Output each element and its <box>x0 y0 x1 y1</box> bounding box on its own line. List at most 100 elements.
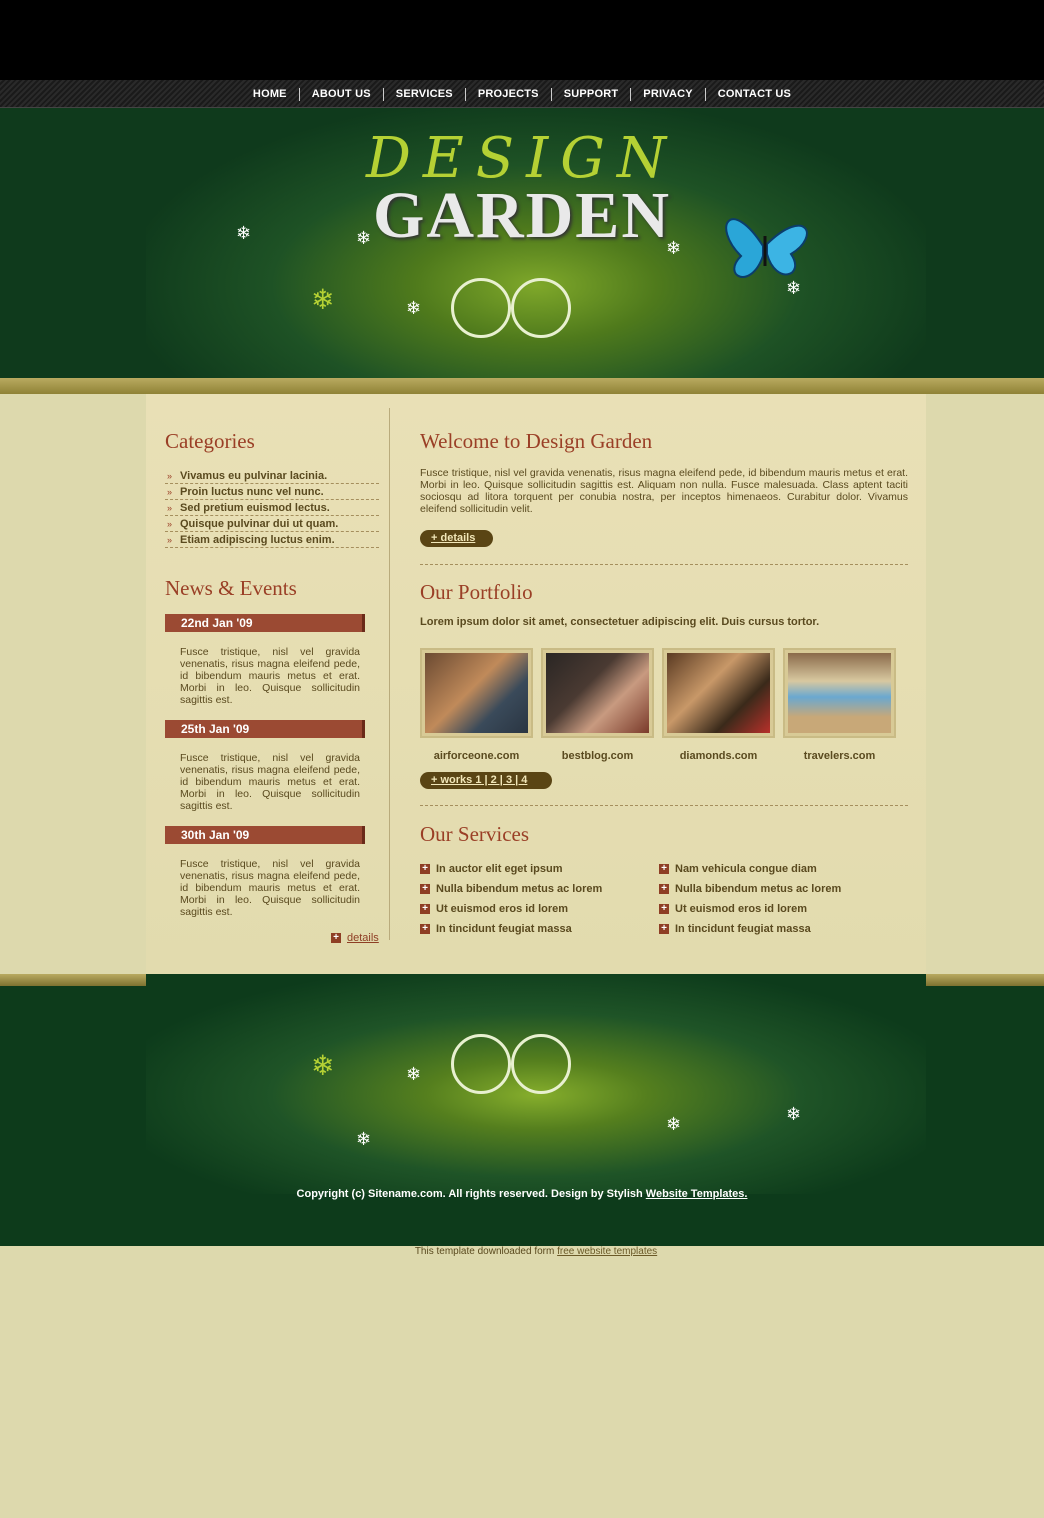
copyright-prefix: Copyright (c) Sitename.com. All rights r… <box>296 1188 646 1200</box>
portfolio-label: diamonds.com <box>679 750 758 762</box>
list-item: + Nam vehicula congue diam <box>659 859 889 879</box>
portfolio-heading: Our Portfolio <box>420 580 533 604</box>
service-label: In tincidunt feugiat massa <box>675 923 811 935</box>
portfolio-label: airforceone.com <box>433 750 520 762</box>
list-item: + In auctor elit eget ipsum <box>420 859 650 879</box>
plus-icon: + <box>659 864 669 874</box>
plus-icon: + <box>659 904 669 914</box>
portfolio-thumb-travelers[interactable] <box>783 648 896 738</box>
portfolio-thumb-bestblog[interactable] <box>541 648 654 738</box>
portfolio-label: travelers.com <box>803 750 876 762</box>
swirl-ornament <box>451 278 511 338</box>
portfolio-label: bestblog.com <box>561 750 634 762</box>
swirl-ornament <box>511 278 571 338</box>
list-item: » Quisque pulvinar dui ut quam. <box>165 516 379 532</box>
category-link[interactable]: Sed pretium euismod lectus. <box>180 502 330 514</box>
welcome-text: Fusce tristique, nisl vel gravida venena… <box>420 467 908 515</box>
thumb-image <box>546 653 649 733</box>
plus-icon: + <box>420 904 430 914</box>
news-details-link[interactable]: + details <box>331 932 379 944</box>
copyright-text: Copyright (c) Sitename.com. All rights r… <box>0 1188 1044 1200</box>
news-heading: News & Events <box>165 576 297 600</box>
top-black-bar <box>0 0 1044 80</box>
header-bottom-strip <box>0 378 1044 394</box>
categories-heading: Categories <box>165 429 255 453</box>
news-date: 25th Jan '09 <box>165 720 365 738</box>
arrow-right-icon: » <box>167 470 173 481</box>
plus-icon: + <box>420 884 430 894</box>
news-text: Fusce tristique, nisl vel gravida venena… <box>180 752 360 812</box>
section-divider <box>420 805 908 806</box>
works-pager[interactable]: + works 1 | 2 | 3 | 4 <box>420 772 552 789</box>
thumb-image <box>425 653 528 733</box>
download-notice: This template downloaded form free websi… <box>0 1246 1044 1257</box>
footer-banner: ❄ ❄ ❄ ❄ ❄ Copyright (c) Sitename.com. Al… <box>0 974 1044 1246</box>
list-item: » Sed pretium euismod lectus. <box>165 500 379 516</box>
portfolio-thumb-diamonds[interactable] <box>662 648 775 738</box>
welcome-heading: Welcome to Design Garden <box>420 429 653 453</box>
list-item: + Ut euismod eros id lorem <box>659 899 889 919</box>
snowflake-icon: ❄ <box>356 1129 372 1149</box>
swirl-ornament <box>451 1034 511 1094</box>
news-text: Fusce tristique, nisl vel gravida venena… <box>180 646 360 706</box>
services-list-left: + In auctor elit eget ipsum + Nulla bibend… <box>420 859 650 939</box>
news-date: 30th Jan '09 <box>165 826 365 844</box>
service-label: Ut euismod eros id lorem <box>436 903 569 915</box>
category-link[interactable]: Vivamus eu pulvinar lacinia. <box>180 470 327 482</box>
list-item: + Nulla bibendum metus ac lorem <box>659 879 889 899</box>
news-item: 25th Jan '09 Fusce tristique, nisl vel g… <box>165 720 365 812</box>
plus-icon: + <box>331 933 341 943</box>
details-button[interactable]: + details <box>420 530 493 547</box>
nav-support[interactable]: SUPPORT <box>552 88 631 100</box>
snowflake-icon: ❄ <box>666 1114 682 1134</box>
news-date: 22nd Jan '09 <box>165 614 365 632</box>
snowflake-icon: ❄ <box>406 1064 422 1084</box>
plus-icon: + <box>659 884 669 894</box>
service-label: Ut euismod eros id lorem <box>675 903 808 915</box>
arrow-right-icon: » <box>167 518 173 529</box>
nav-projects[interactable]: PROJECTS <box>466 88 551 100</box>
arrow-right-icon: » <box>167 534 173 545</box>
services-list-right: + Nam vehicula congue diam + Nulla bibendu… <box>659 859 889 939</box>
nav-home[interactable]: HOME <box>241 88 299 100</box>
category-link[interactable]: Proin luctus nunc vel nunc. <box>180 486 324 498</box>
service-label: Nulla bibendum metus ac lorem <box>436 883 603 895</box>
nav-services[interactable]: SERVICES <box>384 88 465 100</box>
main-content: Categories » Vivamus eu pulvinar lacinia.… <box>146 394 926 974</box>
download-notice-prefix: This template downloaded form <box>414 1246 558 1257</box>
category-link[interactable]: Etiam adipiscing luctus enim. <box>180 534 335 546</box>
list-item: + In tincidunt feugiat massa <box>659 919 889 939</box>
nav-privacy[interactable]: PRIVACY <box>631 88 704 100</box>
header-banner: ❄ ❄ ❄ ❄ ❄ ❄ DESIGN GARDEN <box>0 108 1044 394</box>
section-divider <box>420 564 908 565</box>
snowflake-icon: ❄ <box>311 1050 335 1081</box>
list-item: + Nulla bibendum metus ac lorem <box>420 879 650 899</box>
nav-about-us[interactable]: ABOUT US <box>300 88 383 100</box>
plus-icon: + <box>420 864 430 874</box>
main-nav: HOME ABOUT US SERVICES PROJECTS SUPPORT … <box>0 80 1044 108</box>
website-templates-link[interactable]: Website Templates. <box>646 1188 748 1200</box>
thumb-image <box>788 653 891 733</box>
service-label: In tincidunt feugiat massa <box>436 923 572 935</box>
service-label: Nam vehicula congue diam <box>675 863 817 875</box>
list-item: + In tincidunt feugiat massa <box>420 919 650 939</box>
nav-contact-us[interactable]: CONTACT US <box>706 88 803 100</box>
news-item: 30th Jan '09 Fusce tristique, nisl vel g… <box>165 826 365 918</box>
service-label: In auctor elit eget ipsum <box>436 863 563 875</box>
free-templates-link[interactable]: free website templates <box>557 1246 657 1257</box>
thumb-image <box>667 653 770 733</box>
service-label: Nulla bibendum metus ac lorem <box>675 883 842 895</box>
snowflake-icon: ❄ <box>786 1104 802 1124</box>
news-text: Fusce tristique, nisl vel gravida venena… <box>180 858 360 918</box>
portfolio-thumb-airforceone[interactable] <box>420 648 533 738</box>
category-link[interactable]: Quisque pulvinar dui ut quam. <box>180 518 338 530</box>
footer-artwork: ❄ ❄ ❄ ❄ ❄ <box>146 974 926 1194</box>
list-item: + Ut euismod eros id lorem <box>420 899 650 919</box>
news-details-label: details <box>347 932 379 944</box>
plus-icon: + <box>659 924 669 934</box>
swirl-ornament <box>511 1034 571 1094</box>
column-divider <box>389 408 390 940</box>
snowflake-icon: ❄ <box>311 284 335 315</box>
list-item: » Proin luctus nunc vel nunc. <box>165 484 379 500</box>
plus-icon: + <box>420 924 430 934</box>
